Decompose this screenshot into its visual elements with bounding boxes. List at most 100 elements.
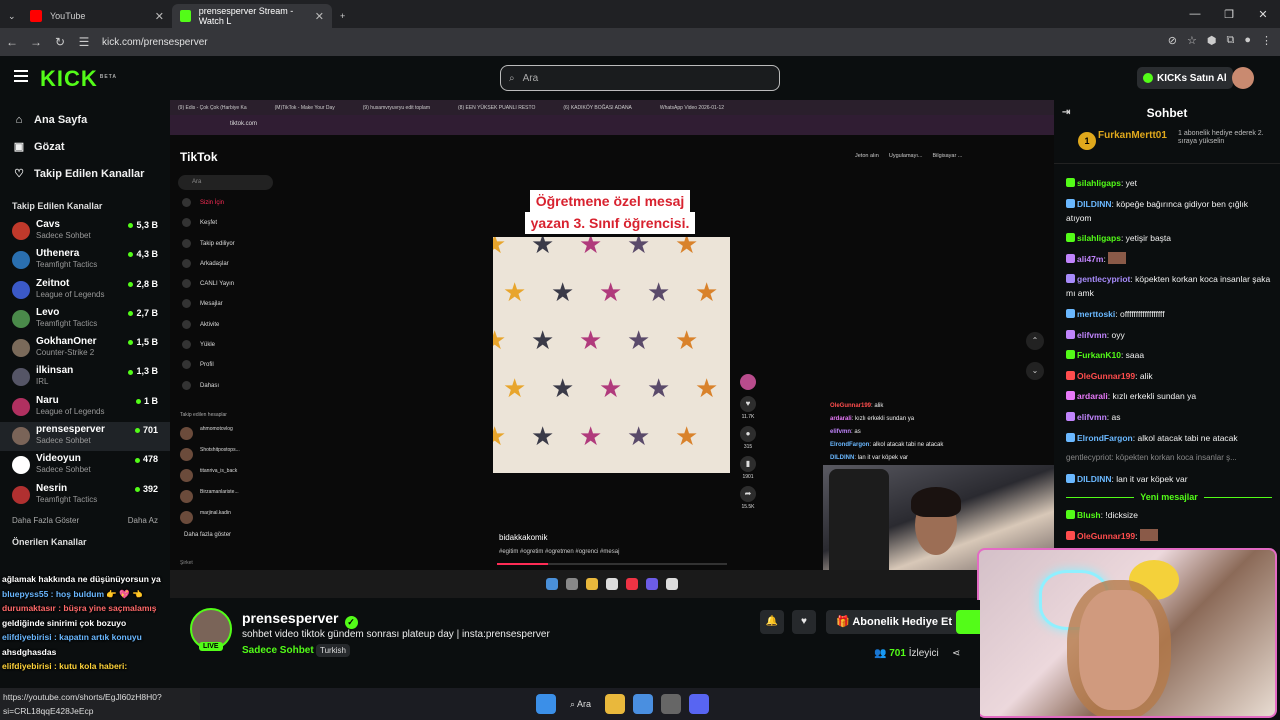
follow-heart-button[interactable]: ♥ — [792, 610, 816, 634]
forward-icon[interactable]: → — [24, 35, 48, 49]
tab-kick[interactable]: prensesperver Stream - Watch L ✕ — [172, 4, 332, 28]
notification-bell-button[interactable]: 🔔 — [760, 610, 784, 634]
youtube-icon — [30, 10, 42, 22]
chat-username[interactable]: OleGunnar199 — [1077, 531, 1135, 541]
chat-username[interactable]: ardarali — [1077, 391, 1108, 401]
buy-kicks-button[interactable]: KICKs Satın Al — [1137, 67, 1233, 89]
chat-username[interactable]: FurkanK10 — [1077, 350, 1121, 360]
channel-category: League of Legends — [36, 406, 105, 416]
chat-username[interactable]: OleGunnar199 — [1077, 371, 1135, 381]
extension-icon[interactable]: ⬢ — [1207, 34, 1217, 47]
chat-username[interactable]: DILDINN — [1077, 474, 1111, 484]
channel-name[interactable]: prensesperver ✓ — [242, 610, 358, 629]
nav-home[interactable]: ⌂ Ana Sayfa — [0, 106, 170, 133]
chat-message: gentlecypriot: köpekten korkan koca insa… — [1066, 274, 1271, 299]
star-pattern: ★ — [647, 277, 671, 307]
tiktok-nav-item: Arkadaşlar — [180, 258, 235, 281]
chrome-icon[interactable] — [633, 694, 654, 714]
tiktok-account: titanriva_is_back — [180, 468, 240, 489]
sidebar-channel[interactable]: ilkinsan IRL 1,3 B — [0, 363, 170, 392]
sidebar-channel[interactable]: Cavs Sadece Sohbet 5,3 B — [0, 217, 170, 246]
share-icon[interactable]: ⋖ — [952, 648, 960, 659]
comment-icon: ● — [740, 426, 756, 442]
minimize-icon[interactable]: — — [1178, 0, 1212, 28]
search-input[interactable]: ⌕ Ara — [500, 65, 780, 91]
channel-category: Counter-Strike 2 — [36, 348, 95, 358]
tab-list-button[interactable]: ⌄ — [0, 4, 22, 28]
chat-username[interactable]: elifvmn — [1077, 330, 1107, 340]
sidebar-channel[interactable]: GokhanOner Counter-Strike 2 1,5 B — [0, 334, 170, 363]
chat-username[interactable]: Blush — [1077, 510, 1101, 520]
chat-username[interactable]: ElrondFargon — [1077, 433, 1133, 443]
kick-logo[interactable]: KICK BETA — [40, 66, 117, 92]
sidebar-channel[interactable]: Naru League of Legends 1 B — [0, 393, 170, 422]
sidebar-channel[interactable]: Uthenera Teamfight Tactics 4,3 B — [0, 246, 170, 275]
show-more-button[interactable]: Daha Fazla Göster — [12, 516, 79, 525]
hamburger-menu-icon[interactable] — [14, 70, 28, 82]
creator-avatar — [740, 374, 756, 390]
star-pattern: ★ — [647, 373, 671, 403]
chat-username[interactable]: DILDINN — [1077, 199, 1111, 209]
overlay-chat-message: DILDINN: lan it var köpek var — [830, 455, 909, 461]
viewer-count: 1 B — [135, 396, 158, 406]
site-info-icon[interactable]: ☰ — [72, 35, 96, 49]
language-tag[interactable]: Turkish — [316, 644, 350, 657]
sidebar-channel[interactable]: Zeitnot League of Legends 2,8 B — [0, 276, 170, 305]
chat-message: silahligaps: yet — [1066, 176, 1272, 190]
chat-username[interactable]: gentlecypriot — [1077, 274, 1130, 284]
menu-dots-icon[interactable]: ⋮ — [1261, 34, 1272, 47]
close-window-icon[interactable]: ✕ — [1246, 0, 1280, 28]
chat-username[interactable]: silahligaps — [1077, 233, 1121, 243]
discord-icon[interactable] — [689, 694, 710, 714]
collapse-chat-icon[interactable]: ⇥ — [1062, 107, 1070, 118]
sidebar-channel[interactable]: Nesrin Teamfight Tactics 392 — [0, 481, 170, 510]
chat-username[interactable]: elifvmn — [1077, 412, 1107, 422]
extensions-puzzle-icon[interactable]: ⧉ — [1226, 34, 1234, 47]
taskbar-search[interactable]: ⌕ Ara — [564, 699, 597, 710]
overlay-chat-message: OleGunnar199: alik — [830, 403, 884, 409]
chat-username[interactable]: merttoski — [1077, 309, 1115, 319]
star-pattern: ★ — [599, 373, 623, 403]
star-pattern: ★ — [493, 325, 507, 355]
subscribe-button[interactable] — [956, 610, 980, 634]
back-icon[interactable]: ← — [0, 35, 24, 49]
restore-icon[interactable]: ❐ — [1212, 0, 1246, 28]
viewer-count: 1,3 B — [128, 366, 158, 376]
stream-category[interactable]: Sadece Sohbet — [242, 645, 314, 656]
sidebar-more-controls: Daha Fazla Göster Daha Az — [0, 510, 170, 525]
reload-icon[interactable]: ↻ — [48, 35, 72, 49]
profile-icon[interactable]: ● — [1244, 34, 1251, 47]
tab-youtube[interactable]: YouTube ✕ — [22, 4, 172, 28]
start-icon[interactable] — [536, 694, 556, 714]
video-player[interactable]: (9) Edis - Çok Çok (Harbiye Ka (M)TikTok … — [170, 100, 1054, 598]
file-explorer-icon[interactable] — [605, 694, 626, 714]
sidebar-channel[interactable]: Levo Teamfight Tactics 2,7 B — [0, 305, 170, 334]
show-less-button[interactable]: Daha Az — [128, 516, 158, 525]
chat-message: merttoski: offffffffffffffffff — [1066, 307, 1272, 321]
user-avatar[interactable] — [1232, 67, 1254, 89]
gift-subscription-button[interactable]: 🎁 Abonelik Hediye Et — [826, 610, 962, 634]
star-pattern: ★ — [695, 277, 719, 307]
sidebar-channel[interactable]: Videoyun Sadece Sohbet 478 — [0, 451, 170, 480]
tiktok-nav-item: Mesajlar — [180, 299, 235, 321]
video-username: bidakkakomik — [499, 533, 548, 542]
new-tab-button[interactable]: + — [332, 4, 353, 28]
star-pattern: ★ — [493, 237, 507, 259]
chat-username[interactable]: silahligaps — [1077, 178, 1121, 188]
url-field[interactable]: kick.com/prensesperver — [102, 37, 208, 48]
like-icon: ♥ — [740, 396, 756, 412]
nav-browse[interactable]: ▣ Gözat — [0, 133, 170, 160]
star-pattern: ★ — [579, 237, 603, 259]
chat-header: ⇥ Sohbet — [1054, 100, 1280, 126]
nav-following[interactable]: ♡ Takip Edilen Kanallar — [0, 160, 170, 187]
eye-off-icon[interactable]: ⊘ — [1168, 34, 1177, 47]
bookmark-star-icon[interactable]: ☆ — [1187, 34, 1197, 47]
new-messages-divider[interactable]: Yeni mesajlar — [1066, 492, 1272, 502]
close-tab-icon[interactable]: ✕ — [315, 10, 324, 23]
chat-username[interactable]: ali47m — [1077, 254, 1103, 264]
overlay-chat-line: ağlamak hakkında ne düşünüyorsun ya — [2, 574, 161, 584]
close-tab-icon[interactable]: ✕ — [155, 10, 164, 23]
obs-icon[interactable] — [661, 694, 682, 714]
star-pattern: ★ — [695, 373, 719, 403]
sidebar-channel[interactable]: prensesperver Sadece Sohbet 701 — [0, 422, 170, 452]
